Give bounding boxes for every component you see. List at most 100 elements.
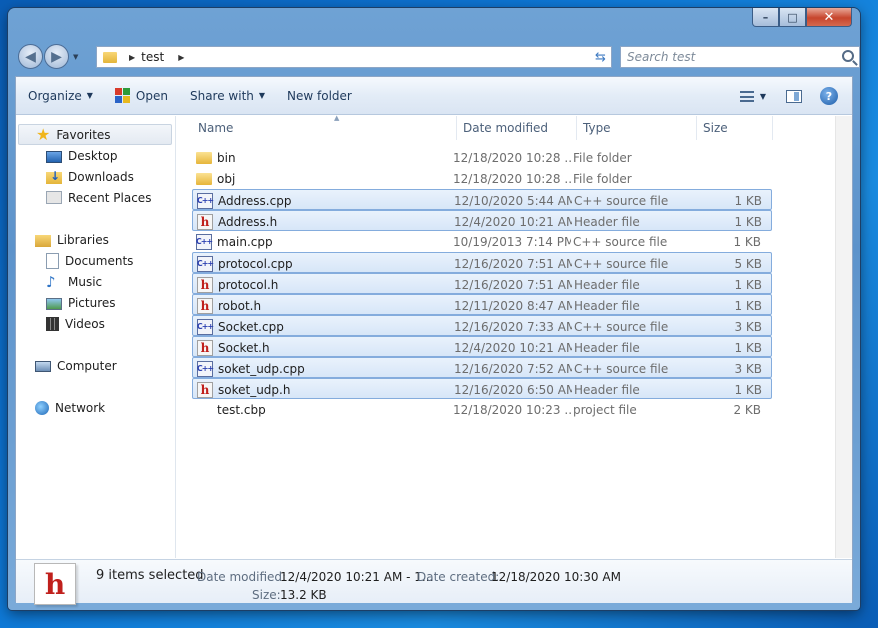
nav-favorites-label: Favorites (56, 127, 111, 142)
date-created-label: Date created: (417, 570, 500, 584)
file-type: C++ source file (574, 361, 669, 376)
file-size: 1 KB (734, 340, 762, 355)
nav-downloads-label: Downloads (68, 169, 134, 184)
file-type: Header file (574, 298, 640, 313)
header-file-icon: h (197, 381, 213, 398)
view-details-icon[interactable] (739, 90, 754, 102)
column-size[interactable]: Size (697, 116, 773, 140)
file-row[interactable]: h protocol.h 12/16/2020 7:51 AM Header file… (192, 273, 772, 294)
file-row[interactable]: bin 12/18/2020 10:28 ... File folder (192, 147, 772, 168)
file-name-cell: obj (196, 168, 446, 189)
nav-videos[interactable]: Videos (46, 313, 105, 334)
search-input[interactable]: Search test (620, 46, 860, 68)
file-size: 1 KB (734, 214, 762, 229)
nav-pictures[interactable]: Pictures (46, 292, 116, 313)
nav-videos-label: Videos (65, 316, 105, 331)
vertical-scrollbar[interactable] (835, 116, 852, 558)
new-folder-label: New folder (287, 88, 352, 103)
file-name: Socket.h (218, 340, 270, 355)
cpp-file-icon: C++ (197, 318, 214, 335)
file-name: soket_udp.h (218, 382, 291, 397)
file-size: 2 KB (733, 402, 761, 417)
file-row[interactable]: C++ Address.cpp 12/10/2020 5:44 AM C++ sour… (192, 189, 772, 210)
nav-recent-places[interactable]: Recent Places (46, 187, 151, 208)
share-with-label: Share with (189, 88, 254, 103)
file-name: Address.cpp (218, 193, 292, 208)
file-size: 1 KB (734, 193, 762, 208)
header-file-icon: h (197, 276, 213, 293)
file-size: 3 KB (734, 319, 762, 334)
file-name: main.cpp (217, 234, 273, 249)
back-button[interactable]: ◀ (18, 44, 43, 69)
file-row[interactable]: h robot.h 12/11/2020 8:47 AM Header file 1 K… (192, 294, 772, 315)
open-button[interactable]: Open (107, 84, 176, 108)
preview-pane-icon[interactable] (786, 89, 802, 103)
nav-music[interactable]: ♪ Music (46, 271, 102, 292)
file-row[interactable]: C++ soket_udp.cpp 12/16/2020 7:52 AM C++ so… (192, 357, 772, 378)
minimize-button[interactable]: – (752, 8, 779, 27)
view-dropdown-icon[interactable]: ▼ (760, 92, 766, 101)
nav-desktop[interactable]: Desktop (46, 145, 118, 166)
file-row[interactable]: C++ Socket.cpp 12/16/2020 7:33 AM C++ sourc… (192, 315, 772, 336)
search-placeholder: Search test (627, 50, 696, 64)
breadcrumb-test[interactable]: test (141, 50, 164, 64)
column-type[interactable]: Type (577, 116, 697, 140)
file-row[interactable]: h Address.h 12/4/2020 10:21 AM Header file 1… (192, 210, 772, 231)
file-row[interactable]: obj 12/18/2020 10:28 ... File folder (192, 168, 772, 189)
file-size (692, 168, 761, 189)
pictures-icon (46, 297, 62, 310)
file-date-modified: 12/18/2020 10:28 ... (453, 150, 571, 165)
arrow-right-icon: ▶ (51, 48, 62, 65)
forward-button[interactable]: ▶ (44, 44, 69, 69)
file-type: C++ source file (574, 256, 669, 271)
file-name-cell: h robot.h (197, 295, 447, 316)
file-size: 1 KB (734, 298, 762, 313)
toolbar-right: ▼ ? (739, 77, 852, 115)
folder-icon (196, 172, 212, 185)
organize-button[interactable]: Organize ▼ (20, 84, 101, 108)
file-date-modified: 12/16/2020 7:51 AM (454, 277, 572, 292)
new-folder-button[interactable]: New folder (279, 84, 360, 108)
nav-computer[interactable]: Computer (35, 355, 117, 376)
nav-libraries[interactable]: Libraries (35, 229, 109, 250)
recent-pages-dropdown[interactable]: ▼ (73, 53, 78, 61)
file-date-modified: 12/16/2020 7:33 AM (454, 319, 572, 334)
file-row[interactable]: test.cbp 12/18/2020 10:23 ... project file… (192, 399, 772, 420)
maximize-button[interactable]: □ (779, 8, 806, 27)
column-name[interactable]: Name ▲ (192, 114, 457, 140)
address-bar[interactable]: ▶ test ▶ ▼ (96, 46, 608, 68)
file-name-cell: h protocol.h (197, 274, 447, 295)
file-name-cell: C++ soket_udp.cpp (197, 358, 447, 379)
arrow-left-icon: ◀ (25, 48, 36, 65)
cpp-file-icon: C++ (197, 360, 214, 377)
file-row[interactable]: C++ protocol.cpp 12/16/2020 7:51 AM C++ sou… (192, 252, 772, 273)
details-pane: h 9 items selected Date modified: 12/4/2… (16, 559, 852, 605)
nav-documents[interactable]: Documents (46, 250, 133, 271)
client-area: Organize ▼ Open Share with ▼ New folder ▼ … (15, 76, 853, 605)
command-bar: Organize ▼ Open Share with ▼ New folder ▼ … (16, 77, 852, 115)
file-row[interactable]: h Socket.h 12/4/2020 10:21 AM Header file 1 … (192, 336, 772, 357)
nav-downloads[interactable]: Downloads (46, 166, 134, 187)
music-icon: ♪ (46, 272, 56, 291)
file-name-cell: h Address.h (197, 211, 447, 232)
nav-network[interactable]: Network (35, 397, 105, 418)
selection-count: 9 items selected (96, 568, 204, 583)
share-with-button[interactable]: Share with ▼ (182, 84, 273, 108)
nav-favorites[interactable]: ★ Favorites (18, 124, 172, 145)
help-icon[interactable]: ? (820, 87, 838, 105)
refresh-button[interactable]: ⇆ (590, 46, 612, 68)
date-modified-label: Date modified: (197, 570, 287, 584)
file-row[interactable]: C++ main.cpp 10/19/2013 7:14 PM C++ source … (192, 231, 772, 252)
breadcrumb-separator-icon[interactable]: ▶ (178, 53, 184, 62)
search-icon[interactable] (842, 50, 854, 62)
file-date-modified: 12/4/2020 10:21 AM (454, 340, 572, 355)
organize-label: Organize (28, 88, 82, 103)
file-row[interactable]: h soket_udp.h 12/16/2020 6:50 AM Header fil… (192, 378, 772, 399)
breadcrumb-separator-icon[interactable]: ▶ (129, 53, 135, 62)
column-date-modified[interactable]: Date modified (457, 116, 577, 140)
file-name: Socket.cpp (218, 319, 284, 334)
nav-pictures-label: Pictures (68, 295, 116, 310)
column-name-label: Name (198, 121, 234, 135)
file-name: protocol.cpp (218, 256, 293, 271)
close-button[interactable]: ✕ (806, 8, 852, 27)
